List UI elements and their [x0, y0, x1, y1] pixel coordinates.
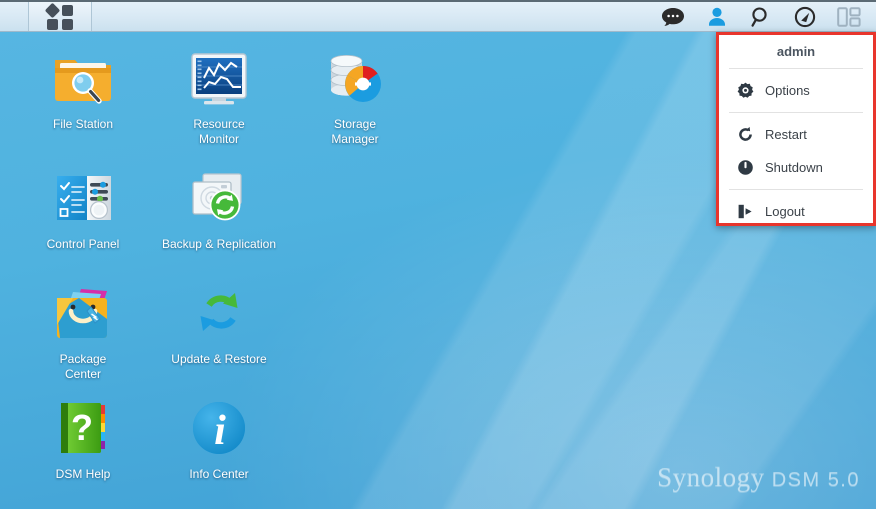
desktop-icon-info-center[interactable]: i Info Center — [154, 396, 284, 482]
desktop-icon-label: Update & Restore — [171, 352, 267, 366]
taskbar — [0, 0, 876, 32]
main-menu-button[interactable] — [28, 2, 92, 31]
desktop-icon-label: Control Panel — [46, 237, 120, 251]
desktop-icon-label: File Station — [52, 117, 114, 131]
backup-replication-icon — [187, 166, 251, 230]
info-center-icon: i — [187, 396, 251, 460]
user-menu-item-options[interactable]: Options — [719, 74, 873, 107]
system-tray — [660, 2, 876, 31]
restart-icon — [737, 126, 754, 143]
package-center-icon — [51, 281, 115, 345]
user-icon[interactable] — [704, 4, 730, 30]
desktop-icon-label: Info Center — [189, 467, 249, 481]
logout-icon — [737, 203, 754, 220]
user-menu-username: admin — [776, 44, 816, 59]
user-menu-item-logout[interactable]: Logout — [719, 195, 873, 228]
desktop-icon-label: DSM Help — [55, 467, 111, 481]
desktop-icon-label: Package Center — [59, 352, 107, 381]
file-station-icon — [51, 46, 115, 110]
svg-text:?: ? — [71, 407, 93, 448]
user-menu-item-shutdown[interactable]: Shutdown — [719, 151, 873, 184]
user-menu-item-label: Restart — [765, 127, 807, 142]
user-menu-item-label: Shutdown — [765, 160, 823, 175]
desktop-icon-package-center[interactable]: Package Center — [18, 281, 148, 382]
desktop-icon-label: Resource Monitor — [193, 117, 245, 146]
desktop-icon-label: Storage Manager — [331, 117, 379, 146]
desktop-icon-storage-manager[interactable]: Storage Manager — [290, 46, 420, 147]
watermark-version: DSM 5.0 — [771, 469, 860, 491]
update-restore-icon — [187, 281, 251, 345]
desktop-icon-dsm-help[interactable]: ? DSM Help — [18, 396, 148, 482]
dsm-help-icon: ? — [51, 396, 115, 460]
resource-monitor-icon — [187, 46, 251, 110]
widgets-panel-icon[interactable] — [836, 4, 862, 30]
svg-text:i: i — [214, 408, 226, 454]
widget-gauge-icon[interactable] — [792, 4, 818, 30]
watermark-brand: Synology — [657, 462, 765, 492]
desktop-icon-backup-replication[interactable]: Backup & Replication — [154, 166, 284, 252]
user-menu-item-restart[interactable]: Restart — [719, 118, 873, 151]
grid-menu-icon — [44, 2, 74, 30]
desktop-icon-label: Backup & Replication — [161, 237, 277, 251]
user-menu-item-label: Options — [765, 83, 810, 98]
notifications-icon[interactable] — [660, 4, 686, 30]
search-icon[interactable] — [748, 4, 774, 30]
desktop-icon-control-panel[interactable]: Control Panel — [18, 166, 148, 252]
desktop: File Station Resource Monitor Storage Ma… — [0, 0, 876, 509]
desktop-watermark: Synology DSM 5.0 — [657, 462, 860, 493]
control-panel-icon — [51, 166, 115, 230]
gear-icon — [737, 82, 754, 99]
desktop-icon-update-restore[interactable]: Update & Restore — [154, 281, 284, 367]
desktop-icon-file-station[interactable]: File Station — [18, 46, 148, 132]
power-icon — [737, 159, 754, 176]
storage-manager-icon — [323, 46, 387, 110]
user-menu-item-label: Logout — [765, 204, 805, 219]
desktop-icon-resource-monitor[interactable]: Resource Monitor — [154, 46, 284, 147]
user-dropdown-menu: admin Options Restart Shutdown Logout — [716, 32, 876, 226]
